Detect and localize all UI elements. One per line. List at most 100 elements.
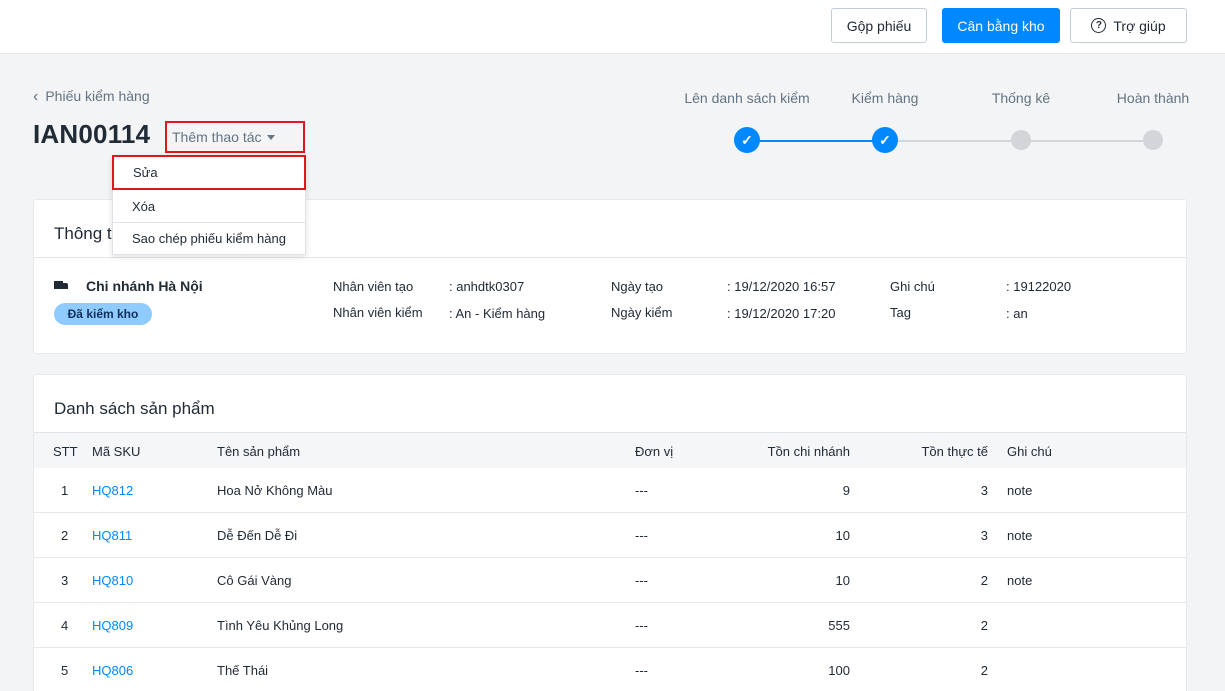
cell-actual-stock: 2 xyxy=(980,663,988,678)
merge-button-label: Gộp phiếu xyxy=(846,17,912,34)
checked-by-label: Nhân viên kiểm xyxy=(333,305,423,320)
created-date-label: Ngày tạo xyxy=(611,279,664,294)
checked-by-value: : An - Kiểm hàng xyxy=(449,306,546,321)
balance-stock-button[interactable]: Cân bằng kho xyxy=(942,8,1060,43)
column-header-sku: Mã SKU xyxy=(92,444,141,459)
divider xyxy=(34,257,1186,258)
step-stats-label: Thống kê xyxy=(991,90,1051,106)
more-actions-label: Thêm thao tác xyxy=(172,129,262,145)
truck-icon xyxy=(54,280,68,292)
column-header-unit: Đơn vị xyxy=(635,444,674,459)
table-row[interactable]: 1 HQ812 Hoa Nở Không Màu --- 9 3 note xyxy=(34,468,1186,513)
menu-item-delete[interactable]: Xóa xyxy=(113,190,305,222)
cell-branch-stock: 10 xyxy=(835,573,850,588)
cell-branch-stock: 10 xyxy=(835,528,850,543)
cell-name: Thế Thái xyxy=(217,663,269,678)
menu-item-copy[interactable]: Sao chép phiếu kiểm hàng xyxy=(113,222,305,254)
cell-sku-link[interactable]: HQ809 xyxy=(92,618,133,633)
cell-note: note xyxy=(1007,528,1033,543)
cell-branch-stock: 555 xyxy=(828,618,850,633)
column-header-branch-stock: Tồn chi nhánh xyxy=(767,444,850,459)
products-card: Danh sách sản phẩm STT Mã SKU Tên sản ph… xyxy=(33,374,1187,691)
step-check-label: Kiểm hàng xyxy=(851,90,919,106)
status-badge: Đã kiểm kho xyxy=(54,303,152,325)
cell-sku-link[interactable]: HQ810 xyxy=(92,573,133,588)
menu-item-edit[interactable]: Sửa xyxy=(112,155,306,190)
branch-name: Chi nhánh Hà Nội xyxy=(54,278,203,294)
cell-sku-link[interactable]: HQ811 xyxy=(92,528,132,543)
table-header: STT Mã SKU Tên sản phẩm Đơn vị Tồn chi n… xyxy=(34,432,1186,468)
products-card-title: Danh sách sản phẩm xyxy=(54,399,215,418)
column-header-actual-stock: Tồn thực tế xyxy=(921,444,988,459)
note-label: Ghi chú xyxy=(890,279,935,294)
branch-name-text: Chi nhánh Hà Nội xyxy=(86,278,203,294)
menu-item-copy-label: Sao chép phiếu kiểm hàng xyxy=(132,231,286,246)
cell-actual-stock: 3 xyxy=(980,528,988,543)
cell-branch-stock: 100 xyxy=(828,663,850,678)
progress-stepper: Lên danh sách kiểm ✓ Kiểm hàng ✓ Thống k… xyxy=(660,90,1200,160)
cell-actual-stock: 2 xyxy=(980,618,988,633)
created-by-value: : anhdtk0307 xyxy=(449,279,525,294)
step-stats: Thống kê xyxy=(951,90,1091,150)
more-actions-button[interactable]: Thêm thao tác xyxy=(165,121,305,153)
page-title: IAN00114 xyxy=(33,119,151,149)
column-header-name: Tên sản phẩm xyxy=(217,444,301,459)
created-date-value: : 19/12/2020 16:57 xyxy=(727,279,836,294)
note-value: : 19122020 xyxy=(1006,279,1072,294)
tag-value: : an xyxy=(1006,306,1028,321)
cell-name: Cô Gái Vàng xyxy=(217,573,292,588)
balance-stock-button-label: Cân bằng kho xyxy=(957,17,1045,34)
caret-down-icon xyxy=(266,134,275,140)
tag-label: Tag xyxy=(890,305,911,320)
pending-dot-icon xyxy=(1143,130,1163,150)
cell-stt: 1 xyxy=(61,483,69,498)
cell-stt: 5 xyxy=(61,663,69,678)
chevron-left-icon: ‹ xyxy=(33,88,39,105)
cell-stt: 2 xyxy=(61,528,69,543)
cell-stt: 3 xyxy=(61,573,69,588)
column-header-stt: STT xyxy=(53,444,78,459)
back-link[interactable]: ‹ Phiếu kiểm hàng xyxy=(33,88,150,106)
checked-date-value: : 19/12/2020 17:20 xyxy=(727,306,836,321)
step-list-label: Lên danh sách kiểm xyxy=(684,90,810,106)
cell-name: Tình Yêu Khủng Long xyxy=(217,618,344,633)
cell-name: Dễ Đến Dễ Đi xyxy=(217,528,298,543)
checked-date-label: Ngày kiểm xyxy=(611,305,673,320)
table-row[interactable]: 4 HQ809 Tình Yêu Khủng Long --- 555 2 xyxy=(34,603,1186,648)
cell-unit: --- xyxy=(635,618,648,633)
cell-actual-stock: 2 xyxy=(980,573,988,588)
merge-button[interactable]: Gộp phiếu xyxy=(831,8,927,43)
check-icon: ✓ xyxy=(734,127,760,153)
cell-actual-stock: 3 xyxy=(980,483,988,498)
table-row[interactable]: 3 HQ810 Cô Gái Vàng --- 10 2 note xyxy=(34,558,1186,603)
cell-stt: 4 xyxy=(61,618,69,633)
created-by-label: Nhân viên tạo xyxy=(333,279,414,294)
cell-unit: --- xyxy=(635,528,648,543)
cell-unit: --- xyxy=(635,663,648,678)
step-check: Kiểm hàng ✓ xyxy=(815,90,955,153)
pending-dot-icon xyxy=(1011,130,1031,150)
help-button-label: Trợ giúp xyxy=(1113,17,1166,34)
back-link-label: Phiếu kiểm hàng xyxy=(45,88,150,104)
more-actions-menu: Sửa Xóa Sao chép phiếu kiểm hàng xyxy=(112,155,306,255)
menu-item-delete-label: Xóa xyxy=(132,198,156,214)
cell-sku-link[interactable]: HQ812 xyxy=(92,483,133,498)
top-toolbar: Gộp phiếu Cân bằng kho ? Trợ giúp xyxy=(0,0,1225,54)
table-row[interactable]: 5 HQ806 Thế Thái --- 100 2 xyxy=(34,648,1186,691)
cell-note: note xyxy=(1007,573,1033,588)
cell-unit: --- xyxy=(635,483,648,498)
help-button[interactable]: ? Trợ giúp xyxy=(1070,8,1187,43)
check-icon: ✓ xyxy=(872,127,898,153)
step-complete-label: Hoàn thành xyxy=(1116,90,1190,106)
cell-name: Hoa Nở Không Màu xyxy=(217,483,333,498)
table-row[interactable]: 2 HQ811 Dễ Đến Dễ Đi --- 10 3 note xyxy=(34,513,1186,558)
cell-branch-stock: 9 xyxy=(842,483,850,498)
step-complete: Hoàn thành xyxy=(1083,90,1223,150)
stepper-line-done xyxy=(747,140,885,142)
cell-sku-link[interactable]: HQ806 xyxy=(92,663,133,678)
cell-unit: --- xyxy=(635,573,648,588)
column-header-note: Ghi chú xyxy=(1007,444,1052,459)
cell-note: note xyxy=(1007,483,1033,498)
step-list: Lên danh sách kiểm ✓ xyxy=(677,90,817,153)
menu-item-edit-label: Sửa xyxy=(133,165,158,180)
